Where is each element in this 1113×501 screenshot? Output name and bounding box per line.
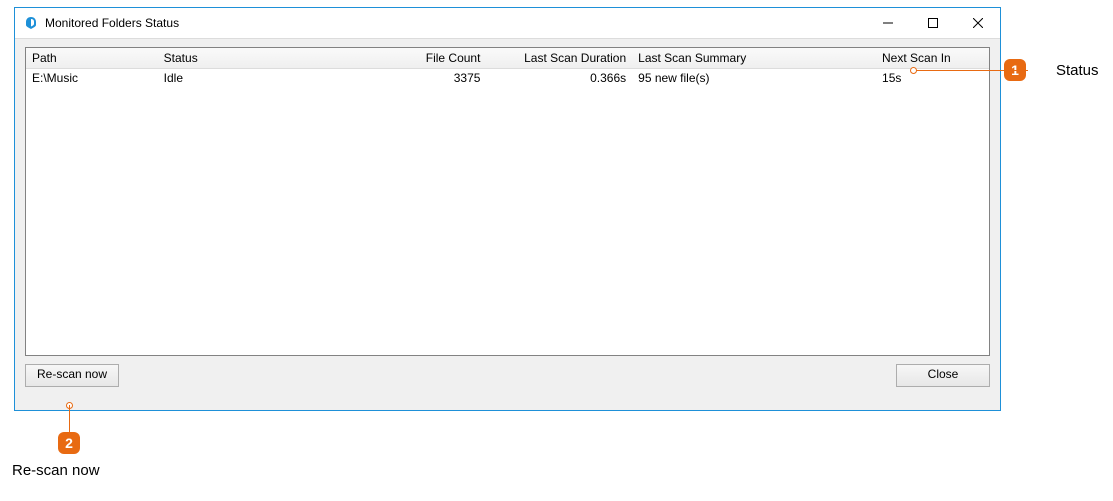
close-button[interactable]: Close bbox=[896, 364, 990, 387]
header-file-count[interactable]: File Count bbox=[373, 51, 486, 65]
header-status[interactable]: Status bbox=[158, 51, 374, 65]
window-controls bbox=[865, 8, 1000, 38]
callout-status: 1 Status bbox=[1004, 59, 1099, 81]
window-title: Monitored Folders Status bbox=[45, 16, 179, 30]
cell-path: E:\Music bbox=[26, 71, 158, 85]
callout-marker-1: 1 bbox=[1004, 59, 1026, 81]
cell-last-scan-duration: 0.366s bbox=[486, 71, 632, 85]
list-header: Path Status File Count Last Scan Duratio… bbox=[26, 48, 989, 69]
close-window-button[interactable] bbox=[955, 8, 1000, 38]
button-bar: Re-scan now Close bbox=[25, 356, 990, 400]
window: Monitored Folders Status Path Status Fil… bbox=[14, 7, 1001, 411]
header-next-scan-in[interactable]: Next Scan In bbox=[876, 51, 989, 65]
rescan-now-button[interactable]: Re-scan now bbox=[25, 364, 119, 387]
header-last-scan-summary[interactable]: Last Scan Summary bbox=[632, 51, 876, 65]
header-last-scan-duration[interactable]: Last Scan Duration bbox=[486, 51, 632, 65]
folder-list[interactable]: Path Status File Count Last Scan Duratio… bbox=[25, 47, 990, 356]
cell-last-scan-summary: 95 new file(s) bbox=[632, 71, 876, 85]
cell-status: Idle bbox=[158, 71, 374, 85]
header-path[interactable]: Path bbox=[26, 51, 158, 65]
content-area: Path Status File Count Last Scan Duratio… bbox=[15, 39, 1000, 410]
app-icon bbox=[23, 15, 39, 31]
cell-file-count: 3375 bbox=[373, 71, 486, 85]
callout-label-2: Re-scan now bbox=[12, 462, 100, 479]
table-row[interactable]: E:\Music Idle 3375 0.366s 95 new file(s)… bbox=[26, 69, 989, 87]
titlebar: Monitored Folders Status bbox=[15, 8, 1000, 39]
cell-next-scan-in: 15s bbox=[876, 71, 989, 85]
list-body: E:\Music Idle 3375 0.366s 95 new file(s)… bbox=[26, 69, 989, 355]
callout-marker-2: 2 bbox=[58, 432, 80, 454]
callout-label-1: Status bbox=[1056, 62, 1099, 79]
maximize-button[interactable] bbox=[910, 8, 955, 38]
minimize-button[interactable] bbox=[865, 8, 910, 38]
